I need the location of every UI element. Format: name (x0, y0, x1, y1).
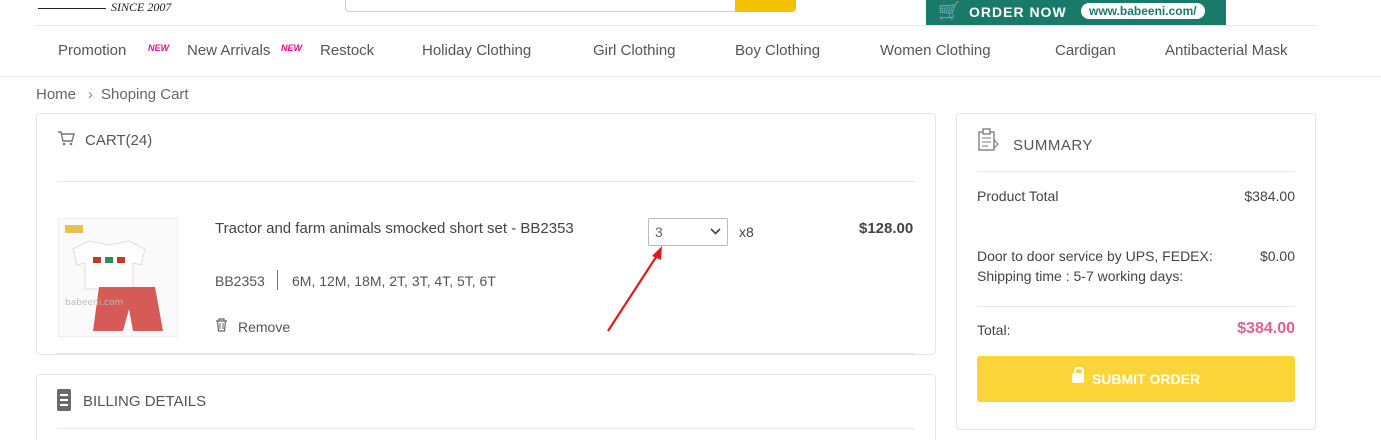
shipping-time-label: Shipping time : 5-7 working days: (977, 268, 1184, 284)
receipt-icon (57, 389, 71, 411)
remove-button[interactable]: Remove (238, 319, 290, 335)
shipping-label: Door to door service by UPS, FEDEX: (977, 248, 1213, 264)
order-now-banner[interactable]: 🛒 ORDER NOW www.babeeni.com/ (926, 0, 1226, 25)
cart-divider (57, 181, 915, 182)
order-now-url: www.babeeni.com/ (1081, 3, 1205, 19)
search-input[interactable] (345, 0, 737, 12)
summary-divider (977, 171, 1295, 172)
summary-divider (977, 306, 1295, 307)
lock-icon (1071, 367, 1084, 383)
annotation-arrow (607, 246, 662, 332)
nav-item-promotion[interactable]: Promotion (58, 42, 126, 59)
line-price: $128.00 (859, 220, 914, 237)
product-sku: BB2353 (215, 273, 265, 289)
image-watermark: babeeni.com (65, 298, 123, 308)
summary-panel: SUMMARY Product Total $384.00 Door to do… (956, 113, 1316, 430)
cart-icon (57, 130, 75, 151)
main-nav: Promotion NEW New Arrivals NEW Restock H… (0, 26, 1381, 76)
trash-icon[interactable] (215, 318, 228, 335)
clipboard-icon (977, 128, 999, 158)
product-total-value: $384.00 (1244, 188, 1295, 204)
order-now-label: ORDER NOW (969, 4, 1067, 20)
shopping-cart-icon: 🛒 (938, 1, 961, 21)
billing-title: BILLING DETAILS (83, 393, 207, 410)
nav-item-antibacterial-mask[interactable]: Antibacterial Mask (1165, 42, 1288, 59)
logo-underline (38, 8, 106, 9)
product-name[interactable]: Tractor and farm animals smocked short s… (215, 218, 595, 239)
chevron-right-icon: › (88, 86, 94, 103)
total-value: $384.00 (1237, 320, 1295, 337)
search-button[interactable] (735, 0, 796, 12)
nav-divider (0, 76, 1381, 77)
breadcrumb: Home › Shoping Cart (36, 86, 189, 103)
quantity-multiplier: x8 (739, 224, 754, 240)
logo-since-text: SINCE 2007 (111, 0, 172, 14)
breadcrumb-current: Shoping Cart (101, 86, 189, 103)
new-badge-icon: NEW (281, 43, 302, 53)
total-label: Total: (977, 322, 1011, 338)
product-sizes: 6M, 12M, 18M, 2T, 3T, 4T, 5T, 6T (292, 273, 496, 289)
cart-title: CART(24) (85, 132, 153, 149)
nav-item-women-clothing[interactable]: Women Clothing (880, 42, 991, 59)
summary-title: SUMMARY (1013, 137, 1093, 154)
shipping-value: $0.00 (1259, 248, 1295, 264)
breadcrumb-home[interactable]: Home (36, 86, 76, 103)
nav-item-boy-clothing[interactable]: Boy Clothing (735, 42, 820, 59)
top-header: SINCE 2007 🛒 ORDER NOW www.babeeni.com/ (0, 0, 1381, 26)
billing-divider (57, 428, 915, 429)
sku-separator (277, 270, 278, 290)
nav-item-new-arrivals[interactable]: New Arrivals (187, 42, 270, 59)
cart-panel: CART(24) babeeni.com Tractor and farm an… (36, 113, 936, 355)
submit-order-button[interactable]: SUBMIT ORDER (977, 356, 1295, 402)
chevron-down-icon (710, 224, 721, 241)
nav-item-holiday-clothing[interactable]: Holiday Clothing (422, 42, 531, 59)
new-badge-icon: NEW (148, 43, 169, 53)
product-image[interactable]: babeeni.com (58, 218, 178, 337)
submit-order-label: SUBMIT ORDER (1091, 371, 1201, 387)
billing-panel: BILLING DETAILS (36, 374, 936, 440)
cart-item-divider (57, 353, 915, 354)
nav-item-cardigan[interactable]: Cardigan (1055, 42, 1116, 59)
nav-item-girl-clothing[interactable]: Girl Clothing (593, 42, 676, 59)
product-total-label: Product Total (977, 188, 1059, 204)
nav-item-restock[interactable]: Restock (320, 42, 374, 59)
